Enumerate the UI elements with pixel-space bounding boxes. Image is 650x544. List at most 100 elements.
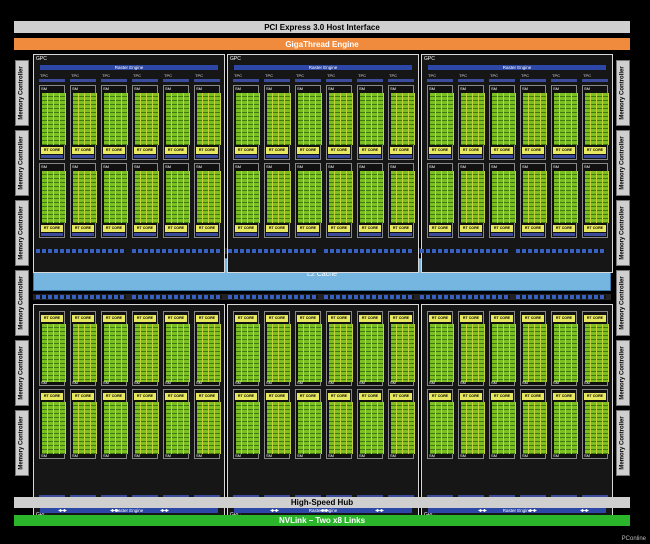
rt-core: RT CORE — [522, 393, 544, 400]
sm: SM RT CORE — [326, 163, 353, 238]
tpc-label: TPC — [327, 73, 335, 78]
sm-label: SM — [522, 164, 528, 169]
nvlink-label: NVLink – Two x8 Links — [278, 516, 366, 525]
rt-core: RT CORE — [297, 147, 319, 154]
sm-load-store — [390, 155, 412, 158]
sm-core-column — [603, 324, 609, 382]
memory-controller: Memory Controller — [616, 200, 630, 266]
sm-load-store — [297, 233, 319, 236]
raster-engine: Raster Engine — [234, 65, 412, 70]
sm: RT CORE SM — [233, 389, 260, 459]
sm: SM RT CORE — [39, 163, 66, 238]
crossbar-segment — [228, 295, 318, 299]
sm-label: SM — [266, 380, 272, 385]
sm-label: SM — [491, 453, 497, 458]
sm-core-column — [510, 171, 516, 223]
sm-load-store — [165, 233, 187, 236]
sm-label: SM — [235, 453, 241, 458]
rt-core: RT CORE — [584, 315, 606, 322]
sm-load-store — [328, 233, 350, 236]
sm-label: SM — [328, 86, 334, 91]
rt-core: RT CORE — [460, 225, 482, 232]
rt-core: RT CORE — [553, 393, 575, 400]
sm-label: SM — [297, 453, 303, 458]
sm-core-column — [215, 93, 221, 145]
rt-core: RT CORE — [196, 225, 218, 232]
tpc-label: TPC — [164, 73, 172, 78]
rt-core: RT CORE — [235, 147, 257, 154]
sm-core-column — [91, 402, 97, 454]
rt-core: RT CORE — [522, 315, 544, 322]
sm-label: SM — [41, 453, 47, 458]
sm-label: SM — [41, 380, 47, 385]
sm-core-column — [91, 324, 97, 382]
hub-link-arrow: ◂▸◂▸ — [528, 508, 537, 514]
gpc: GPCRaster EngineRT CORESMRT CORESMTPCRT … — [421, 304, 613, 523]
sm: RT CORE SM — [39, 311, 66, 386]
rt-core: RT CORE — [165, 315, 187, 322]
sm-core-column — [603, 93, 609, 145]
rt-core: RT CORE — [41, 147, 63, 154]
rt-core: RT CORE — [266, 393, 288, 400]
rt-core: RT CORE — [460, 393, 482, 400]
tpc-label: TPC — [459, 73, 467, 78]
tpc-label: TPC — [552, 73, 560, 78]
sm-core-column — [122, 324, 128, 382]
sm-core-column — [285, 402, 291, 454]
sm: SM RT CORE — [132, 85, 159, 160]
sm-core-column — [510, 402, 516, 454]
rt-core: RT CORE — [266, 315, 288, 322]
sm-core-column — [60, 324, 66, 382]
hub-link-arrow: ◂▸◂▸ — [320, 508, 329, 514]
sm-label: SM — [134, 380, 140, 385]
memory-controller-label: Memory Controller — [620, 276, 626, 330]
memory-controller: Memory Controller — [15, 60, 29, 126]
sm-core-column — [184, 324, 190, 382]
sm: RT CORE SM — [264, 311, 291, 386]
sm: RT CORE SM — [551, 311, 578, 386]
sm-load-store — [390, 233, 412, 236]
memory-controller: Memory Controller — [616, 60, 630, 126]
rt-core: RT CORE — [359, 147, 381, 154]
sm-label: SM — [491, 86, 497, 91]
sm: RT CORE SM — [458, 311, 485, 386]
sm-load-store — [553, 155, 575, 158]
rt-core: RT CORE — [297, 315, 319, 322]
sm-label: SM — [134, 453, 140, 458]
tpc-label: TPC — [133, 73, 141, 78]
sm-label: SM — [196, 453, 202, 458]
rt-core: RT CORE — [266, 147, 288, 154]
rt-core: RT CORE — [41, 315, 63, 322]
hub-link-arrow: ◂▸◂▸ — [270, 508, 279, 514]
sm: RT CORE SM — [520, 389, 547, 459]
sm-load-store — [359, 233, 381, 236]
hub-link-arrow: ◂▸◂▸ — [478, 508, 487, 514]
sm: SM RT CORE — [520, 163, 547, 238]
sm-core-column — [316, 171, 322, 223]
sm: RT CORE SM — [520, 311, 547, 386]
raster-engine: Raster Engine — [40, 508, 218, 513]
sm: RT CORE SM — [489, 311, 516, 386]
sm-load-store — [460, 233, 482, 236]
sm: SM RT CORE — [264, 85, 291, 160]
sm-core-column — [254, 171, 260, 223]
memory-controller-label: Memory Controller — [620, 346, 626, 400]
rt-core: RT CORE — [328, 393, 350, 400]
sm-core-column — [448, 402, 454, 454]
rt-core: RT CORE — [328, 315, 350, 322]
polymorph-engine — [295, 79, 321, 82]
sm-label: SM — [328, 380, 334, 385]
sm-core-column — [122, 93, 128, 145]
sm-label: SM — [297, 86, 303, 91]
sm-label: SM — [429, 380, 435, 385]
hub-link-arrow: ◂▸◂▸ — [58, 508, 67, 514]
sm: SM RT CORE — [233, 163, 260, 238]
sm-label: SM — [584, 164, 590, 169]
sm-label: SM — [165, 380, 171, 385]
sm-load-store — [584, 155, 606, 158]
polymorph-engine — [427, 79, 453, 82]
sm-label: SM — [359, 453, 365, 458]
rt-core: RT CORE — [297, 393, 319, 400]
sm-load-store — [328, 155, 350, 158]
sm: SM RT CORE — [70, 85, 97, 160]
